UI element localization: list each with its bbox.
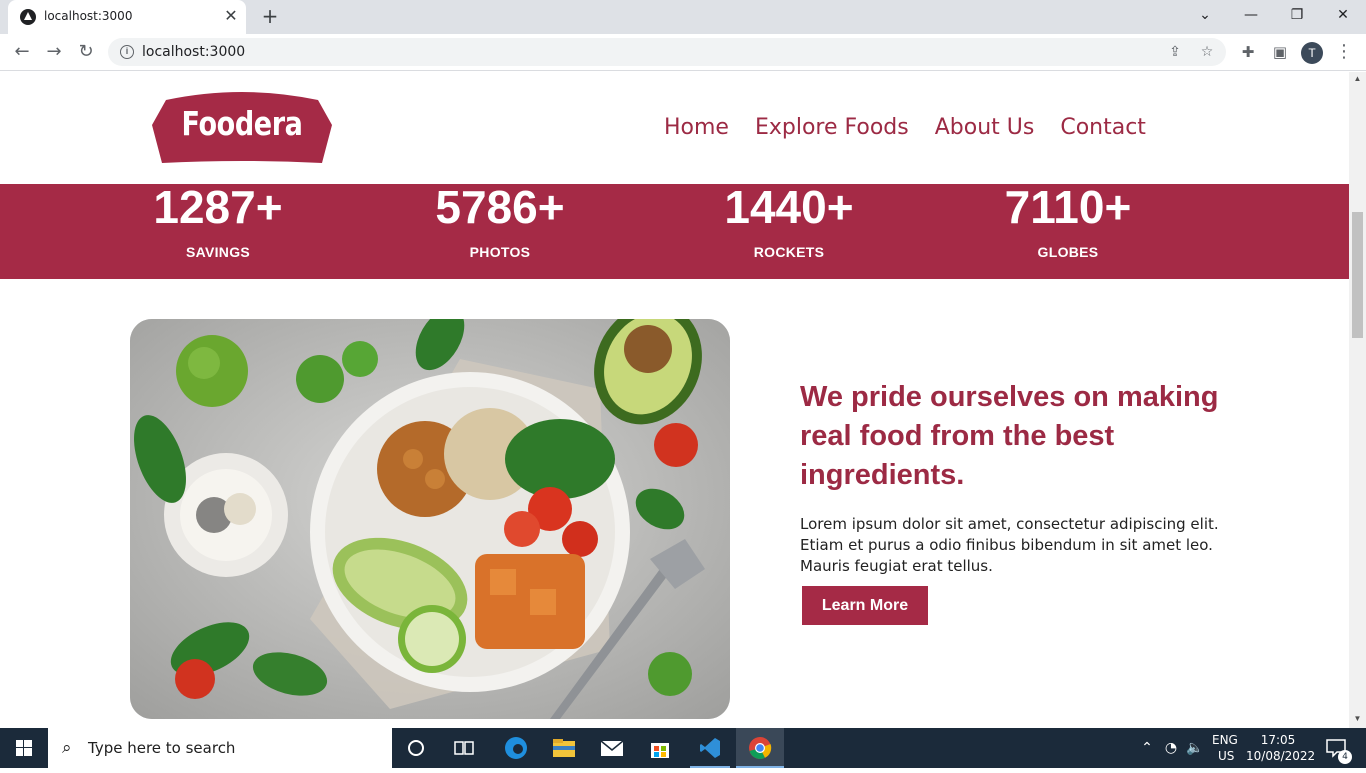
address-bar[interactable]: i localhost:3000 ⇪ ☆ — [108, 38, 1226, 66]
restore-button[interactable]: ❐ — [1274, 0, 1320, 32]
store-button[interactable] — [636, 728, 684, 768]
vscode-button[interactable] — [686, 728, 734, 768]
clock[interactable]: 17:05 10/08/2022 — [1246, 728, 1316, 768]
scroll-down-arrow-icon[interactable]: ▼ — [1352, 714, 1363, 724]
show-hidden-icons-chevron-icon[interactable]: ⌃ — [1138, 738, 1156, 758]
keyboard-layout: US — [1218, 749, 1235, 763]
foodera-logo[interactable]: Foodera — [152, 90, 332, 165]
stat-label: PHOTOS — [469, 244, 531, 260]
network-icon[interactable]: ◔ — [1162, 738, 1180, 758]
reload-icon[interactable]: ↻ — [74, 40, 98, 64]
task-view-icon — [454, 741, 474, 755]
address-url[interactable]: localhost:3000 — [142, 44, 245, 60]
main-nav: Home Explore Foods About Us Contact — [664, 115, 1146, 140]
chrome-icon — [749, 737, 772, 759]
nav-contact-link[interactable]: Contact — [1060, 115, 1146, 140]
site-info-icon[interactable]: i — [120, 45, 134, 59]
mail-button[interactable] — [588, 728, 636, 768]
edge-browser-button[interactable] — [492, 728, 540, 768]
page-viewport: Foodera Home Explore Foods About Us Cont… — [0, 72, 1349, 728]
stat-label: SAVINGS — [185, 244, 251, 260]
browser-toolbar: ← → ↻ i localhost:3000 ⇪ ☆ ✚ ▣ T ⋮ — [0, 34, 1366, 71]
minimize-button[interactable]: — — [1228, 0, 1274, 32]
scroll-up-arrow-icon[interactable]: ▲ — [1352, 74, 1363, 84]
scrollbar-thumb[interactable] — [1352, 212, 1363, 338]
nav-home-link[interactable]: Home — [664, 115, 729, 140]
windows-taskbar: ⌕ Type here to search ⌃ ◔ 🔈 ENG US 17:05… — [0, 728, 1366, 768]
new-tab-button[interactable]: + — [258, 5, 282, 29]
input-language[interactable]: ENG US — [1212, 728, 1240, 768]
tab-title: localhost:3000 — [44, 9, 133, 23]
close-window-button[interactable]: ✕ — [1320, 0, 1366, 32]
clock-time: 17:05 — [1260, 733, 1296, 747]
about-body-text: Lorem ipsum dolor sit amet, consectetur … — [800, 515, 1219, 575]
forward-arrow-icon[interactable]: → — [42, 40, 66, 64]
stat-value: 1440+ — [724, 181, 854, 233]
nav-explore-foods-link[interactable]: Explore Foods — [755, 115, 909, 140]
language-code: ENG — [1212, 733, 1238, 747]
start-button[interactable] — [0, 728, 48, 768]
notification-count-badge: 4 — [1338, 750, 1352, 764]
browser-tab-strip: localhost:3000 ✕ + ⌄ — ❐ ✕ — [0, 0, 1366, 34]
store-bag-icon — [651, 743, 669, 758]
side-panel-icon[interactable]: ▣ — [1268, 40, 1292, 64]
stat-rockets: 1440+ ROCKETS — [679, 184, 899, 260]
volume-icon[interactable]: 🔈 — [1186, 738, 1204, 758]
stat-savings: 1287+ SAVINGS — [108, 184, 328, 260]
food-bowl-image — [130, 319, 730, 719]
menu-kebab-icon[interactable]: ⋮ — [1332, 40, 1356, 64]
action-center-button[interactable]: 4 — [1322, 728, 1352, 768]
bookmark-star-icon[interactable]: ☆ — [1198, 43, 1216, 61]
page-scrollbar[interactable] — [1349, 72, 1366, 728]
share-icon[interactable]: ⇪ — [1166, 43, 1184, 61]
stat-photos: 5786+ PHOTOS — [390, 184, 610, 260]
learn-more-button[interactable]: Learn More — [802, 586, 928, 625]
search-placeholder: Type here to search — [88, 739, 236, 757]
profile-avatar[interactable]: T — [1301, 42, 1323, 64]
cortana-button[interactable] — [392, 728, 440, 768]
browser-tab[interactable]: localhost:3000 ✕ — [8, 0, 246, 34]
back-arrow-icon[interactable]: ← — [10, 40, 34, 64]
edge-icon — [505, 737, 527, 759]
task-view-button[interactable] — [440, 728, 488, 768]
stat-value: 1287+ — [153, 181, 283, 233]
cortana-circle-icon — [408, 740, 424, 756]
file-explorer-button[interactable] — [540, 728, 588, 768]
search-icon: ⌕ — [62, 738, 72, 758]
taskbar-search-box[interactable]: ⌕ Type here to search — [48, 728, 392, 768]
close-tab-icon[interactable]: ✕ — [222, 7, 240, 25]
chrome-button[interactable] — [736, 728, 784, 768]
stat-globes: 7110+ GLOBES — [958, 184, 1178, 260]
about-section: We pride ourselves on making real food f… — [800, 378, 1220, 625]
windows-logo-icon — [16, 740, 32, 756]
stat-value: 5786+ — [435, 181, 565, 233]
stats-band: 1287+ SAVINGS 5786+ PHOTOS 1440+ ROCKETS… — [0, 184, 1349, 279]
extensions-puzzle-icon[interactable]: ✚ — [1236, 40, 1260, 64]
tab-search-chevron-icon[interactable]: ⌄ — [1182, 0, 1228, 32]
site-header: Foodera Home Explore Foods About Us Cont… — [0, 72, 1349, 184]
stat-label: GLOBES — [1037, 244, 1099, 260]
mail-icon — [600, 740, 624, 756]
site-favicon-icon — [20, 9, 36, 25]
stat-label: ROCKETS — [753, 244, 825, 260]
folder-icon — [553, 739, 575, 757]
vscode-icon — [700, 738, 720, 758]
clock-date: 10/08/2022 — [1246, 749, 1316, 763]
stat-value: 7110+ — [1004, 181, 1132, 233]
nav-about-us-link[interactable]: About Us — [935, 115, 1035, 140]
about-heading: We pride ourselves on making real food f… — [800, 381, 1219, 491]
brand-name: Foodera — [181, 104, 303, 143]
